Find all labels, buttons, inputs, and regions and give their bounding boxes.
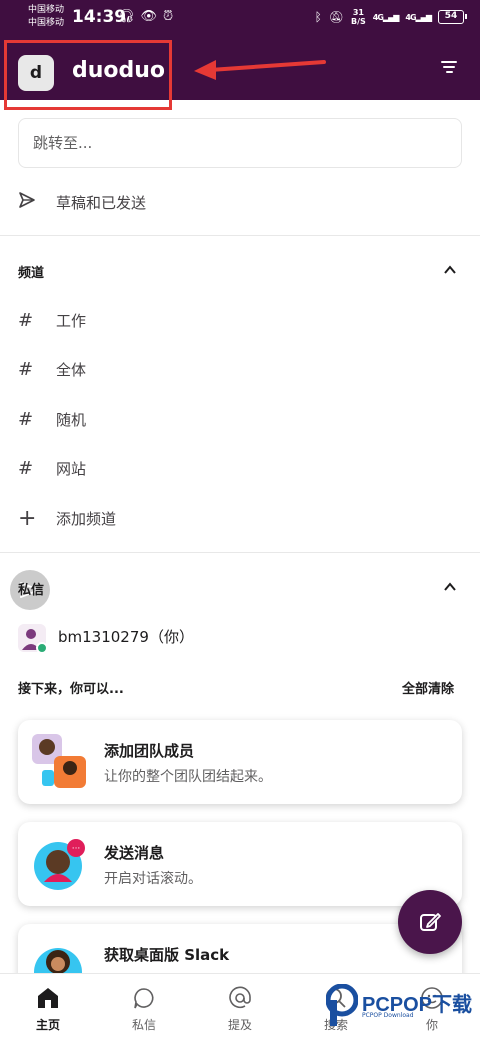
drafts-and-sent-item[interactable]: 草稿和已发送 bbox=[0, 182, 480, 222]
card-subtitle: 让你的整个团队团结起来。 bbox=[104, 769, 272, 785]
carrier-2: 中国移动 bbox=[28, 18, 65, 28]
next-steps-title: 接下来，你可以... bbox=[18, 682, 124, 697]
channel-label: 全体 bbox=[56, 360, 87, 379]
card-title: 发送消息 bbox=[104, 844, 165, 862]
hash-icon: # bbox=[18, 358, 34, 380]
tab-label: 私信 bbox=[131, 1018, 156, 1032]
channel-item-work[interactable]: # 工作 bbox=[0, 300, 480, 340]
card-get-desktop[interactable]: 获取桌面版 Slack bbox=[18, 924, 462, 973]
slack-home-screen: 中国移动 中国移动 14:39 🎧︎ 👁︎ ⏰︎ ᛒ 🔕︎ 31 B/S 4G▂… bbox=[0, 0, 480, 1040]
signal-icon-1: 4G▂▄▆ bbox=[372, 12, 400, 22]
annotation-arrow bbox=[194, 60, 326, 80]
battery-icon: 54 bbox=[438, 10, 467, 24]
sidebar-content: 跳转至... 草稿和已发送 频道 # 工作 # 全体 # 随机 # 网站 + 添… bbox=[0, 100, 480, 973]
net-speed: 31 B/S bbox=[351, 8, 366, 26]
compose-icon bbox=[420, 913, 441, 931]
app-header: 中国移动 中国移动 14:39 🎧︎ 👁︎ ⏰︎ ᛒ 🔕︎ 31 B/S 4G▂… bbox=[0, 0, 480, 110]
compose-button[interactable] bbox=[398, 890, 462, 954]
divider bbox=[0, 235, 480, 236]
jump-to-search-input[interactable]: 跳转至... bbox=[18, 118, 462, 168]
channel-label: 随机 bbox=[56, 410, 87, 429]
net-speed-unit: B/S bbox=[351, 17, 366, 26]
clear-all-button[interactable]: 全部清除 bbox=[402, 678, 454, 697]
chevron-up-icon[interactable] bbox=[444, 581, 456, 593]
card-title: 获取桌面版 Slack bbox=[104, 946, 230, 964]
chevron-up-icon[interactable] bbox=[444, 264, 456, 276]
send-icon bbox=[0, 191, 56, 214]
workspace-name[interactable]: duoduo bbox=[72, 58, 165, 83]
channel-item-all[interactable]: # 全体 bbox=[0, 349, 480, 389]
dm-user-name[interactable]: bm1310279（你） bbox=[58, 626, 194, 647]
signal-2-label: 4G bbox=[405, 12, 416, 22]
signal-icon-2: 4G▂▄▆ bbox=[405, 12, 432, 22]
bluetooth-icon: ᛒ bbox=[314, 10, 322, 24]
svg-text:···: ··· bbox=[72, 844, 81, 854]
divider bbox=[0, 552, 480, 553]
desktop-illustration bbox=[34, 948, 82, 973]
card-title: 添加团队成员 bbox=[104, 742, 195, 760]
net-speed-value: 31 bbox=[352, 8, 364, 17]
headphones-icon: 🎧︎ bbox=[118, 9, 135, 24]
pcpop-logo-icon bbox=[326, 984, 358, 1026]
tab-label: 提及 bbox=[227, 1018, 252, 1032]
tab-home[interactable]: 主页 bbox=[0, 974, 96, 1040]
watermark-subtext: PCPOP Download bbox=[362, 1012, 414, 1019]
card-subtitle: 开启对话滚动。 bbox=[104, 871, 202, 887]
mute-icon: 🔕︎ bbox=[328, 10, 344, 24]
hash-icon: # bbox=[18, 457, 34, 479]
teammates-illustration bbox=[32, 734, 86, 788]
channel-item-random[interactable]: # 随机 bbox=[0, 399, 480, 439]
user-avatar[interactable] bbox=[18, 624, 46, 652]
tab-label: 主页 bbox=[35, 1018, 60, 1032]
drafts-label: 草稿和已发送 bbox=[56, 193, 147, 212]
workspace-avatar[interactable]: d bbox=[18, 55, 54, 91]
eye-icon: 👁︎ bbox=[140, 9, 158, 24]
tab-dms[interactable]: 私信 bbox=[96, 974, 192, 1040]
filter-icon[interactable] bbox=[438, 58, 460, 78]
status-icons-left: 🎧︎ 👁︎ ⏰︎ bbox=[118, 9, 173, 24]
add-channel-item[interactable]: + 添加频道 bbox=[0, 498, 480, 538]
plus-icon: + bbox=[18, 505, 37, 531]
channel-label: 网站 bbox=[56, 459, 87, 478]
signal-1-label: 4G bbox=[372, 12, 384, 22]
alarm-icon: ⏰︎ bbox=[163, 9, 174, 24]
carrier-1: 中国移动 bbox=[28, 5, 65, 15]
send-message-illustration: ··· bbox=[34, 839, 85, 890]
channels-section-title[interactable]: 频道 bbox=[18, 262, 44, 281]
card-send-message[interactable]: ··· 发送消息 开启对话滚动。 bbox=[18, 822, 462, 906]
card-add-teammates[interactable]: 添加团队成员 让你的整个团队团结起来。 bbox=[18, 720, 462, 804]
status-bar: 中国移动 中国移动 14:39 🎧︎ 👁︎ ⏰︎ ᛒ 🔕︎ 31 B/S 4G▂… bbox=[0, 0, 480, 36]
hash-icon: # bbox=[18, 309, 34, 331]
dms-section-title[interactable]: 私信 bbox=[18, 579, 44, 598]
hash-icon: # bbox=[18, 408, 34, 430]
status-icons-right: ᛒ 🔕︎ 31 B/S 4G▂▄▆ 4G▂▄▆ 54 bbox=[314, 8, 467, 26]
pcpop-watermark: PCPOP下载 PCPOP Download bbox=[326, 982, 476, 1032]
home-icon bbox=[38, 988, 58, 1008]
dm-icon bbox=[134, 988, 154, 1009]
carrier-labels: 中国移动 中国移动 bbox=[28, 4, 64, 30]
tab-mentions[interactable]: 提及 bbox=[192, 974, 288, 1040]
channel-item-website[interactable]: # 网站 bbox=[0, 448, 480, 488]
at-icon bbox=[229, 986, 251, 1009]
channel-label: 工作 bbox=[56, 311, 87, 330]
add-channel-label: 添加频道 bbox=[56, 509, 117, 528]
